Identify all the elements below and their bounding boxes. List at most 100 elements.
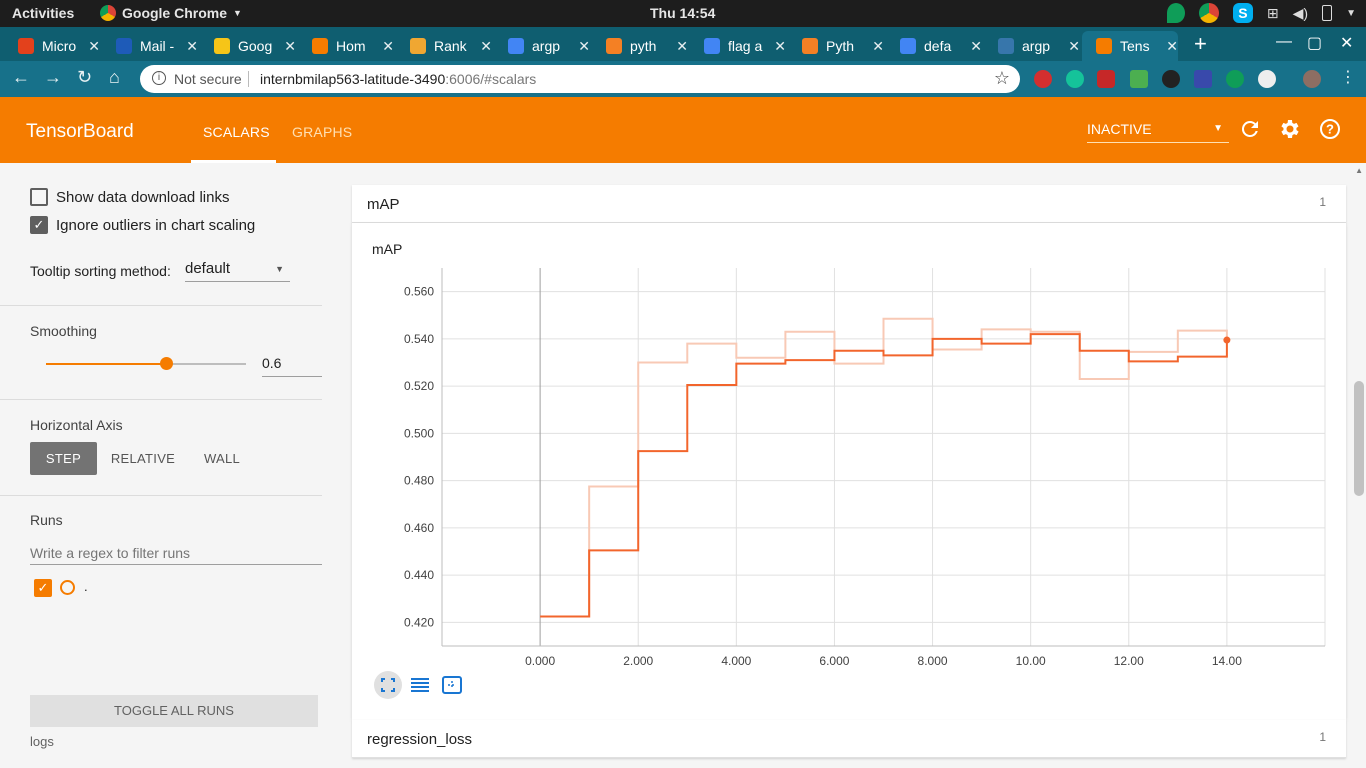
browser-tab[interactable]: Hom ✕ [298, 31, 394, 61]
chevron-down-icon: ▼ [1213, 123, 1223, 134]
skype-icon[interactable]: S [1232, 3, 1253, 23]
browser-tab[interactable]: argp ✕ [984, 31, 1080, 61]
smoothing-slider-handle[interactable] [160, 357, 173, 370]
divider [0, 305, 322, 306]
refresh-icon[interactable] [1238, 117, 1262, 141]
tab-favicon-icon [508, 38, 524, 54]
url-text[interactable]: internbmilap563-latitude-3490:6006/#scal… [260, 71, 536, 87]
adblock-extension-icon[interactable] [1034, 70, 1052, 88]
run-checkbox[interactable]: ✓ [34, 579, 52, 597]
tab-close-icon[interactable]: ✕ [970, 38, 982, 55]
tab-close-icon[interactable]: ✕ [676, 38, 688, 55]
tab-title: Pyth [826, 38, 855, 54]
browser-tab[interactable]: Tens ✕ [1082, 31, 1178, 61]
hangouts-extension-icon[interactable] [1226, 70, 1244, 88]
run-radio[interactable] [60, 580, 75, 595]
fullscreen-icon[interactable] [374, 671, 402, 699]
tooltip-sorting-select[interactable]: default ▼ [185, 260, 290, 282]
tab-close-icon[interactable]: ✕ [186, 38, 198, 55]
minimize-window-icon[interactable]: — [1276, 33, 1292, 51]
group-header-regression-loss[interactable]: regression_loss 1 [352, 720, 1346, 758]
network-icon[interactable]: ⊞ [1267, 5, 1279, 22]
forward-icon[interactable]: → [44, 67, 62, 88]
tab-close-icon[interactable]: ✕ [1068, 38, 1080, 55]
tab-title: pyth [630, 38, 657, 54]
profile-avatar[interactable] [1303, 70, 1321, 88]
close-window-icon[interactable]: ✕ [1340, 33, 1353, 53]
scalar-chart[interactable]: 0.420 0.440 0.460 0.480 0.500 0.520 0.540 0.560… [352, 223, 1346, 720]
power-menu-icon[interactable]: ▼ [1346, 8, 1356, 19]
tab-close-icon[interactable]: ✕ [382, 38, 394, 55]
bookmark-star-icon[interactable]: ☆ [994, 68, 1010, 89]
main-panel: ▲ mAP 1 mAP 0.420 0.440 0.460 0.480 0.500 0.5… [337, 163, 1366, 768]
info-icon[interactable]: i [152, 71, 166, 85]
ignore-outliers-checkbox[interactable]: ✓ [30, 216, 48, 234]
browser-tab[interactable]: defa ✕ [886, 31, 982, 61]
scrollbar-thumb[interactable] [1354, 381, 1364, 496]
tab-close-icon[interactable]: ✕ [578, 38, 590, 55]
tab-close-icon[interactable]: ✕ [284, 38, 296, 55]
chart-extension-icon[interactable] [1130, 70, 1148, 88]
tab-title: flag a [728, 38, 763, 54]
tab-scalars[interactable]: SCALARS [203, 124, 270, 140]
grammarly-extension-icon[interactable] [1066, 70, 1084, 88]
inactive-dashboards-select[interactable]: INACTIVE ▼ [1087, 121, 1229, 143]
battery-icon[interactable] [1322, 5, 1333, 21]
tab-close-icon[interactable]: ✕ [1166, 38, 1178, 55]
y-tick-label: 0.540 [404, 332, 434, 346]
browser-tab[interactable]: Micro ✕ [4, 31, 100, 61]
app-name: Google Chrome [122, 5, 228, 21]
new-tab-button[interactable]: + [1194, 31, 1207, 57]
hangouts-icon[interactable] [1166, 3, 1185, 23]
group-count: 1 [1319, 730, 1326, 744]
zip-extension-icon[interactable] [1194, 70, 1212, 88]
tab-close-icon[interactable]: ✕ [774, 38, 786, 55]
group-header-map[interactable]: mAP 1 [352, 185, 1346, 223]
axis-step-button[interactable]: STEP [30, 442, 97, 475]
app-menu[interactable]: Google Chrome ▼ [100, 5, 242, 21]
show-download-links-checkbox[interactable] [30, 188, 48, 206]
scroll-up-arrow-icon[interactable]: ▲ [1355, 166, 1363, 175]
smoothing-slider[interactable] [46, 357, 246, 370]
arrow-extension-icon[interactable] [1258, 70, 1276, 88]
browser-tab[interactable]: flag a ✕ [690, 31, 786, 61]
tab-close-icon[interactable]: ✕ [480, 38, 492, 55]
browser-tab[interactable]: Pyth ✕ [788, 31, 884, 61]
browser-tab[interactable]: pyth ✕ [592, 31, 688, 61]
runs-filter-input[interactable] [30, 541, 322, 565]
gear-icon[interactable] [1278, 117, 1302, 141]
security-label[interactable]: Not secure [174, 71, 242, 87]
browser-tab[interactable]: Rank ✕ [396, 31, 492, 61]
sidebar: Show data download links ✓ Ignore outlie… [0, 163, 337, 768]
tab-title: Goog [238, 38, 273, 54]
inactive-label: INACTIVE [1087, 121, 1152, 137]
activities-button[interactable]: Activities [12, 5, 74, 21]
tab-favicon-icon [998, 38, 1014, 54]
fit-domain-icon[interactable] [438, 671, 466, 699]
video-extension-icon[interactable] [1097, 70, 1115, 88]
toggle-all-runs-button[interactable]: TOGGLE ALL RUNS [30, 695, 318, 727]
browser-tab[interactable]: Goog ✕ [200, 31, 296, 61]
paw-extension-icon[interactable] [1162, 70, 1180, 88]
tab-close-icon[interactable]: ✕ [88, 38, 100, 55]
tab-favicon-icon [1096, 38, 1112, 54]
browser-tab[interactable]: argp ✕ [494, 31, 590, 61]
home-icon[interactable]: ⌂ [109, 67, 120, 88]
maximize-window-icon[interactable]: ▢ [1307, 33, 1322, 53]
clock[interactable]: Thu 14:54 [650, 5, 715, 21]
smoothing-value-input[interactable]: 0.6 [262, 353, 322, 377]
volume-icon[interactable]: ◀) [1293, 5, 1308, 22]
axis-relative-button[interactable]: RELATIVE [105, 442, 181, 475]
reload-icon[interactable]: ↻ [77, 67, 92, 88]
tab-graphs[interactable]: GRAPHS [292, 124, 352, 140]
address-bar[interactable]: i Not secure internbmilap563-latitude-34… [140, 65, 1020, 93]
axis-wall-button[interactable]: WALL [195, 442, 249, 475]
data-table-icon[interactable] [406, 671, 434, 699]
browser-tab[interactable]: Mail - ✕ [102, 31, 198, 61]
back-icon[interactable]: ← [12, 67, 30, 88]
menu-kebab-icon[interactable]: ⋮ [1340, 67, 1356, 87]
chrome-tray-icon[interactable] [1198, 3, 1219, 23]
tab-close-icon[interactable]: ✕ [872, 38, 884, 55]
x-tick-label: 2.000 [623, 654, 653, 668]
help-icon[interactable]: ? [1318, 117, 1342, 141]
